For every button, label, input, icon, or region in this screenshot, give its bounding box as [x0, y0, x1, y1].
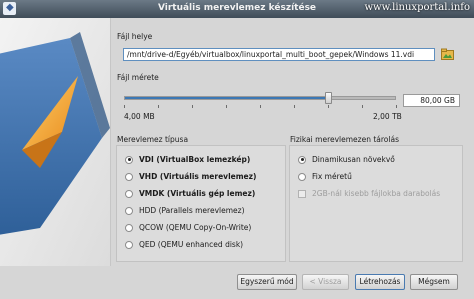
folder-icon[interactable] [441, 48, 454, 61]
radio-button[interactable] [125, 223, 133, 232]
file-size-label: Fájl mérete [117, 73, 159, 82]
wizard-graphic-panel [0, 18, 111, 266]
watermark: www.linuxportal.info [364, 2, 470, 13]
disk-type-option[interactable]: VMDK (Virtuális gép lemez) [125, 188, 255, 199]
size-input[interactable]: 80,00 GB [403, 94, 460, 107]
size-slider-fill [125, 97, 328, 99]
split-files-label: 2GB-nál kisebb fájlokba darabolás [312, 189, 441, 198]
slider-tick [362, 105, 363, 108]
disk-type-option[interactable]: HDD (Parallels merevlemez) [125, 205, 245, 216]
slider-tick [192, 105, 193, 108]
title-bar: ◆ Virtuális merevlemez készítése www.lin… [0, 0, 474, 18]
disk-type-option-label: QCOW (QEMU Copy-On-Write) [139, 223, 252, 232]
size-min-label: 4,00 MB [124, 112, 155, 121]
simple-mode-button[interactable]: Egyszerű mód [237, 274, 297, 290]
file-path-input[interactable]: /mnt/drive-d/Egyéb/virtualbox/linuxporta… [123, 48, 435, 61]
disk-type-group: VDI (VirtualBox lemezkép) VHD (Virtuális … [116, 145, 286, 262]
disk-type-option-label: VHD (Virtuális merevlemez) [139, 172, 257, 181]
disk-type-option-label: HDD (Parallels merevlemez) [139, 206, 245, 215]
radio-button[interactable] [298, 172, 306, 181]
radio-button[interactable] [125, 206, 133, 215]
size-slider-handle[interactable] [325, 92, 332, 104]
slider-tick [158, 105, 159, 108]
split-files-checkbox[interactable] [298, 189, 306, 198]
disk-type-option-label: VDI (VirtualBox lemezkép) [139, 155, 251, 164]
disk-type-option[interactable]: VDI (VirtualBox lemezkép) [125, 154, 250, 165]
slider-tick [328, 105, 329, 108]
disk-type-option-label: VMDK (Virtuális gép lemez) [139, 189, 256, 198]
storage-option[interactable]: Fix méretű [298, 171, 352, 182]
storage-option-label: Fix méretű [312, 172, 352, 181]
slider-tick [294, 105, 295, 108]
disk-graphic-icon [0, 18, 110, 266]
radio-button[interactable] [125, 172, 133, 181]
size-slider-track[interactable] [124, 96, 396, 100]
disk-type-option[interactable]: QED (QEMU enhanced disk) [125, 239, 243, 250]
storage-option-label: Dinamikusan növekvő [312, 155, 395, 164]
back-button[interactable]: < Vissza [302, 274, 349, 290]
radio-button[interactable] [125, 155, 133, 164]
cancel-button[interactable]: Mégsem [410, 274, 458, 290]
slider-tick [396, 105, 397, 108]
radio-button[interactable] [125, 240, 133, 249]
radio-button[interactable] [298, 155, 306, 164]
slider-tick [260, 105, 261, 108]
disk-type-option-label: QED (QEMU enhanced disk) [139, 240, 244, 249]
storage-label: Fizikai merevlemezen tárolás [290, 135, 399, 144]
split-files-option[interactable]: 2GB-nál kisebb fájlokba darabolás [298, 188, 440, 199]
size-max-label: 2,00 TB [373, 112, 402, 121]
radio-button[interactable] [125, 189, 133, 198]
slider-tick [124, 105, 125, 108]
storage-group: Dinamikusan növekvő Fix méretű 2GB-nál kis… [289, 145, 463, 262]
slider-tick [226, 105, 227, 108]
disk-type-option[interactable]: VHD (Virtuális merevlemez) [125, 171, 256, 182]
file-location-label: Fájl helye [117, 32, 153, 41]
disk-type-label: Merevlemez típusa [117, 135, 189, 144]
storage-option[interactable]: Dinamikusan növekvő [298, 154, 395, 165]
disk-type-option[interactable]: QCOW (QEMU Copy-On-Write) [125, 222, 251, 233]
create-button[interactable]: Létrehozás [355, 274, 405, 290]
